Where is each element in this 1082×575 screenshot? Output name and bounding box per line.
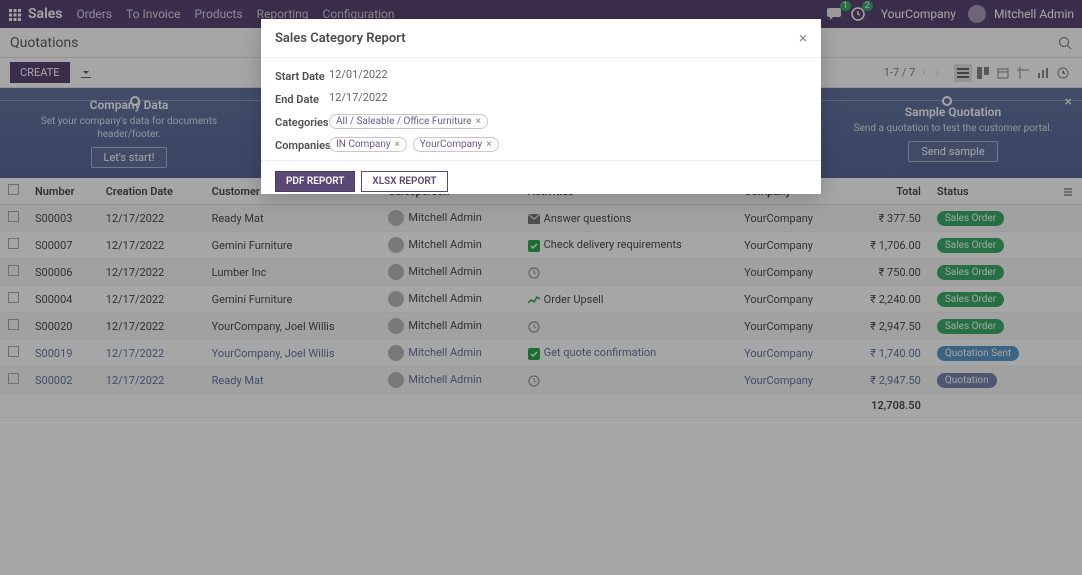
company-tag: YourCompany× [413,137,499,152]
category-tag: All / Saleable / Office Furniture× [329,114,488,129]
tag-remove-icon[interactable]: × [486,139,491,150]
close-icon[interactable]: × [799,29,807,47]
pdf-report-button[interactable]: PDF REPORT [275,171,355,192]
tag-remove-icon[interactable]: × [395,139,400,150]
start-date-label: Start Date [275,68,329,83]
modal-overlay[interactable]: Sales Category Report × Start Date 12/01… [0,0,1082,575]
categories-field[interactable]: All / Saleable / Office Furniture× [329,114,491,129]
start-date-value[interactable]: 12/01/2022 [329,68,388,81]
companies-field[interactable]: IN Company× YourCompany× [329,137,502,152]
categories-label: Categories [275,114,329,129]
modal-title: Sales Category Report [275,31,406,46]
sales-category-report-dialog: Sales Category Report × Start Date 12/01… [261,19,821,194]
companies-label: Companies [275,137,329,152]
end-date-value[interactable]: 12/17/2022 [329,91,388,104]
tag-remove-icon[interactable]: × [476,116,481,127]
end-date-label: End Date [275,91,329,106]
xlsx-report-button[interactable]: XLSX REPORT [361,171,447,192]
company-tag: IN Company× [329,137,407,152]
